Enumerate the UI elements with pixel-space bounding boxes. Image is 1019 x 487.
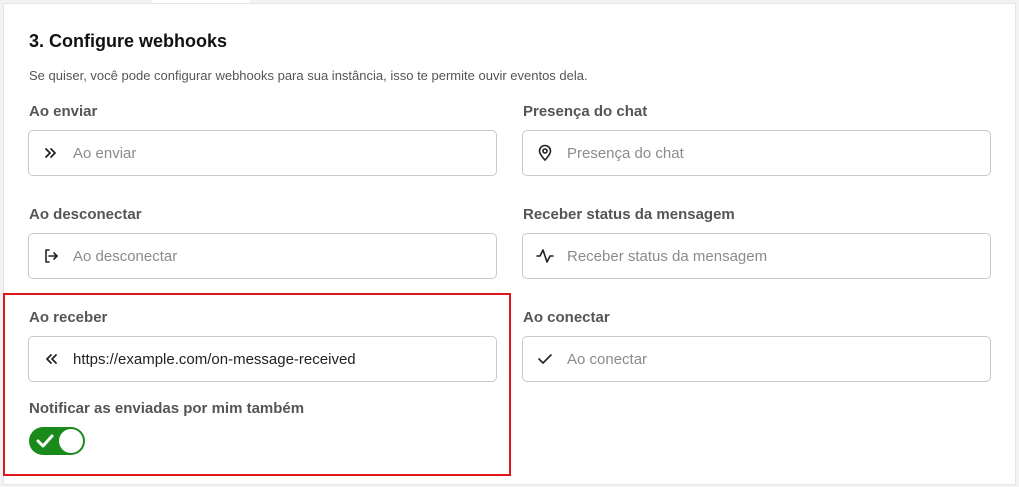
on-send-field[interactable]: [28, 130, 497, 176]
check-icon: [523, 337, 567, 381]
activity-icon: [523, 234, 567, 278]
chat-presence-label: Presença do chat: [523, 103, 648, 120]
section-description: Se quiser, você pode configurar webhooks…: [29, 68, 588, 83]
map-pin-icon: [523, 131, 567, 175]
on-connect-label: Ao conectar: [523, 309, 610, 326]
logout-icon: [29, 234, 73, 278]
message-status-field[interactable]: [522, 233, 991, 279]
highlight-box: [3, 293, 511, 476]
on-connect-field[interactable]: [522, 336, 991, 382]
on-connect-input[interactable]: [567, 350, 967, 368]
chat-presence-field[interactable]: [522, 130, 991, 176]
on-disconnect-input[interactable]: [73, 247, 473, 265]
section-title: 3. Configure webhooks: [29, 31, 228, 51]
double-chevron-right-icon: [29, 131, 73, 175]
chat-presence-input[interactable]: [567, 144, 967, 162]
message-status-input[interactable]: [567, 247, 967, 265]
on-disconnect-field[interactable]: [28, 233, 497, 279]
on-send-label: Ao enviar: [29, 103, 98, 120]
message-status-label: Receber status da mensagem: [523, 206, 735, 223]
on-disconnect-label: Ao desconectar: [29, 206, 142, 223]
on-send-input[interactable]: [73, 144, 473, 162]
